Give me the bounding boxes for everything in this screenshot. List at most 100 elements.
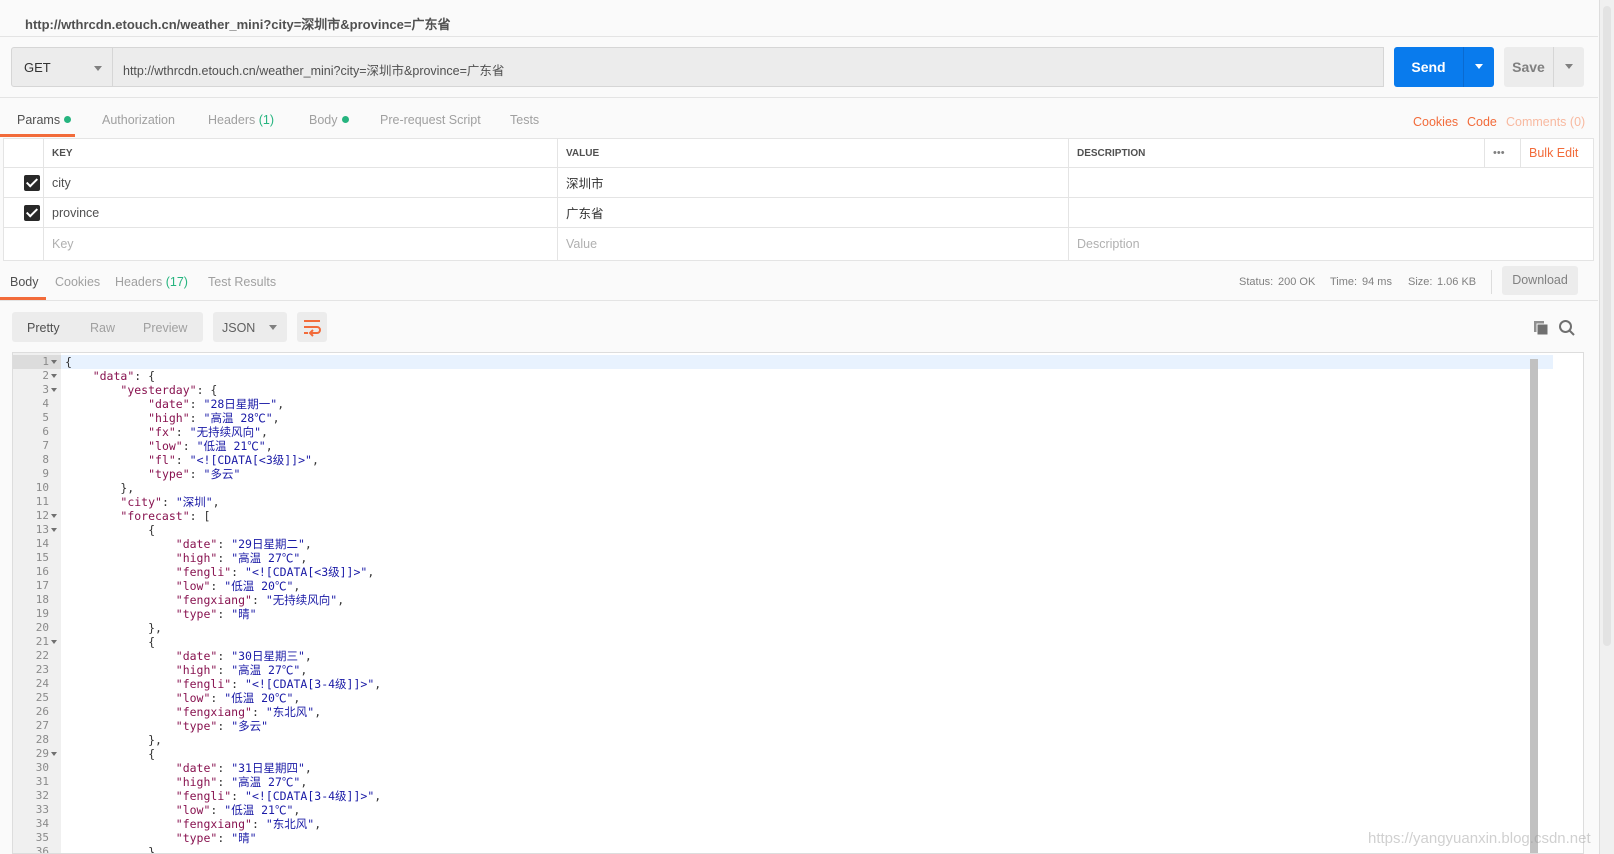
line-number: 26: [35, 705, 49, 718]
download-button[interactable]: Download: [1502, 266, 1578, 295]
code-line: 25 "low": "低温 20℃",: [13, 691, 1553, 705]
code-text: "fengli": "<![CDATA[<3级]]>",: [175, 565, 375, 579]
editor-scrollbar[interactable]: [1530, 359, 1538, 853]
tab-authorization[interactable]: Authorization: [102, 113, 175, 127]
code-line: 33 "low": "低温 21℃",: [13, 803, 1553, 817]
time-label: Time:: [1330, 276, 1358, 288]
search-icon[interactable]: [1558, 319, 1576, 337]
param-description[interactable]: [1068, 198, 1593, 227]
tab-body[interactable]: Body: [309, 113, 349, 127]
fold-toggle-icon[interactable]: [51, 360, 57, 364]
line-number: 25: [35, 691, 49, 704]
line-number: 6: [42, 425, 49, 438]
response-tab-body[interactable]: Body: [10, 275, 39, 289]
tab-params[interactable]: Params: [17, 113, 72, 127]
code-text: "date": "29日星期二",: [175, 537, 312, 551]
fold-toggle-icon[interactable]: [51, 388, 57, 392]
code-line: 20 },: [13, 621, 1553, 635]
fold-toggle-icon[interactable]: [51, 514, 57, 518]
chevron-down-icon: [94, 66, 102, 71]
line-number: 14: [35, 537, 49, 550]
row-checkbox[interactable]: [24, 175, 40, 191]
code-line: 4 "date": "28日星期一",: [13, 397, 1553, 411]
line-number: 27: [35, 719, 49, 732]
code-text: "date": "31日星期四",: [175, 761, 312, 775]
fold-toggle-icon[interactable]: [51, 640, 57, 644]
format-value: JSON: [222, 321, 256, 335]
response-tab-headers[interactable]: Headers (17): [115, 275, 188, 289]
code-text: "low": "低温 21℃",: [175, 803, 301, 817]
response-tab-cookies[interactable]: Cookies: [55, 275, 100, 289]
new-description-input[interactable]: Description: [1068, 228, 1593, 260]
code-text: "city": "深圳",: [120, 495, 220, 509]
description-column-header: DESCRIPTION: [1068, 139, 1484, 167]
line-number: 31: [35, 775, 49, 788]
send-button[interactable]: Send: [1394, 47, 1494, 87]
code-text: "fengli": "<![CDATA[3-4级]]>",: [175, 789, 382, 803]
response-body-editor[interactable]: 1{2 "data": {3 "yesterday": {4 "date": "…: [12, 352, 1584, 854]
bulk-edit-link[interactable]: Bulk Edit: [1520, 139, 1593, 167]
url-input[interactable]: http://wthrcdn.etouch.cn/weather_mini?ci…: [112, 47, 1384, 87]
code-line: 3 "yesterday": {: [13, 383, 1553, 397]
comments-link[interactable]: Comments (0): [1506, 115, 1585, 129]
request-title: http://wthrcdn.etouch.cn/weather_mini?ci…: [25, 17, 451, 32]
copy-icon[interactable]: [1533, 320, 1549, 336]
save-button[interactable]: Save: [1504, 47, 1584, 87]
response-tab-test-results[interactable]: Test Results: [208, 275, 276, 289]
window-scrollbar[interactable]: [1599, 0, 1614, 854]
code-text: "data": {: [92, 369, 156, 383]
cookies-link[interactable]: Cookies: [1413, 115, 1458, 129]
code-text: "type": "多云": [148, 467, 241, 481]
code-link[interactable]: Code: [1467, 115, 1497, 129]
code-text: "fengli": "<![CDATA[3-4级]]>",: [175, 677, 382, 691]
param-description[interactable]: [1068, 168, 1593, 197]
param-key[interactable]: province: [43, 198, 557, 227]
line-number: 4: [42, 397, 49, 410]
line-number: 11: [35, 495, 49, 508]
code-text: "high": "高温 27℃",: [175, 663, 308, 677]
code-line: 32 "fengli": "<![CDATA[3-4级]]>",: [13, 789, 1553, 803]
param-value[interactable]: 广东省: [557, 198, 1068, 227]
params-table: KEY VALUE DESCRIPTION ••• Bulk Edit city…: [3, 138, 1594, 261]
wrap-lines-button[interactable]: [297, 312, 327, 342]
code-text: "date": "28日星期一",: [148, 397, 285, 411]
code-line: 5 "high": "高温 28℃",: [13, 411, 1553, 425]
code-text: "high": "高温 27℃",: [175, 775, 308, 789]
tab-pre-request-script[interactable]: Pre-request Script: [380, 113, 481, 127]
preview-button[interactable]: Preview: [143, 321, 187, 335]
code-text: {: [65, 747, 156, 761]
code-line: 1{: [13, 355, 1553, 369]
format-select[interactable]: JSON: [213, 312, 287, 342]
new-key-input[interactable]: Key: [43, 228, 557, 260]
code-text: "type": "晴": [175, 607, 257, 621]
param-key[interactable]: city: [43, 168, 557, 197]
code-line: 30 "date": "31日星期四",: [13, 761, 1553, 775]
tab-headers[interactable]: Headers (1): [208, 113, 274, 127]
code-line: 26 "fengxiang": "东北风",: [13, 705, 1553, 719]
line-number: 33: [35, 803, 49, 816]
line-number: 32: [35, 789, 49, 802]
fold-toggle-icon[interactable]: [51, 528, 57, 532]
save-dropdown-icon[interactable]: [1565, 64, 1573, 69]
send-dropdown-icon[interactable]: [1475, 64, 1483, 69]
raw-button[interactable]: Raw: [90, 321, 115, 335]
code-line: 23 "high": "高温 27℃",: [13, 663, 1553, 677]
fold-toggle-icon[interactable]: [51, 374, 57, 378]
row-checkbox[interactable]: [24, 205, 40, 221]
code-line: 11 "city": "深圳",: [13, 495, 1553, 509]
code-text: "type": "多云": [175, 719, 269, 733]
code-text: },: [65, 845, 162, 854]
pretty-button[interactable]: Pretty: [27, 321, 60, 335]
tab-tests[interactable]: Tests: [510, 113, 539, 127]
line-number: 10: [35, 481, 49, 494]
line-number: 15: [35, 551, 49, 564]
more-options-icon[interactable]: •••: [1484, 139, 1520, 167]
code-line: 12 "forecast": [: [13, 509, 1553, 523]
line-number: 13: [35, 523, 49, 536]
code-line: 15 "high": "高温 27℃",: [13, 551, 1553, 565]
new-value-input[interactable]: Value: [557, 228, 1068, 260]
fold-toggle-icon[interactable]: [51, 752, 57, 756]
method-select[interactable]: GET: [11, 47, 113, 87]
param-value[interactable]: 深圳市: [557, 168, 1068, 197]
line-number: 18: [35, 593, 49, 606]
